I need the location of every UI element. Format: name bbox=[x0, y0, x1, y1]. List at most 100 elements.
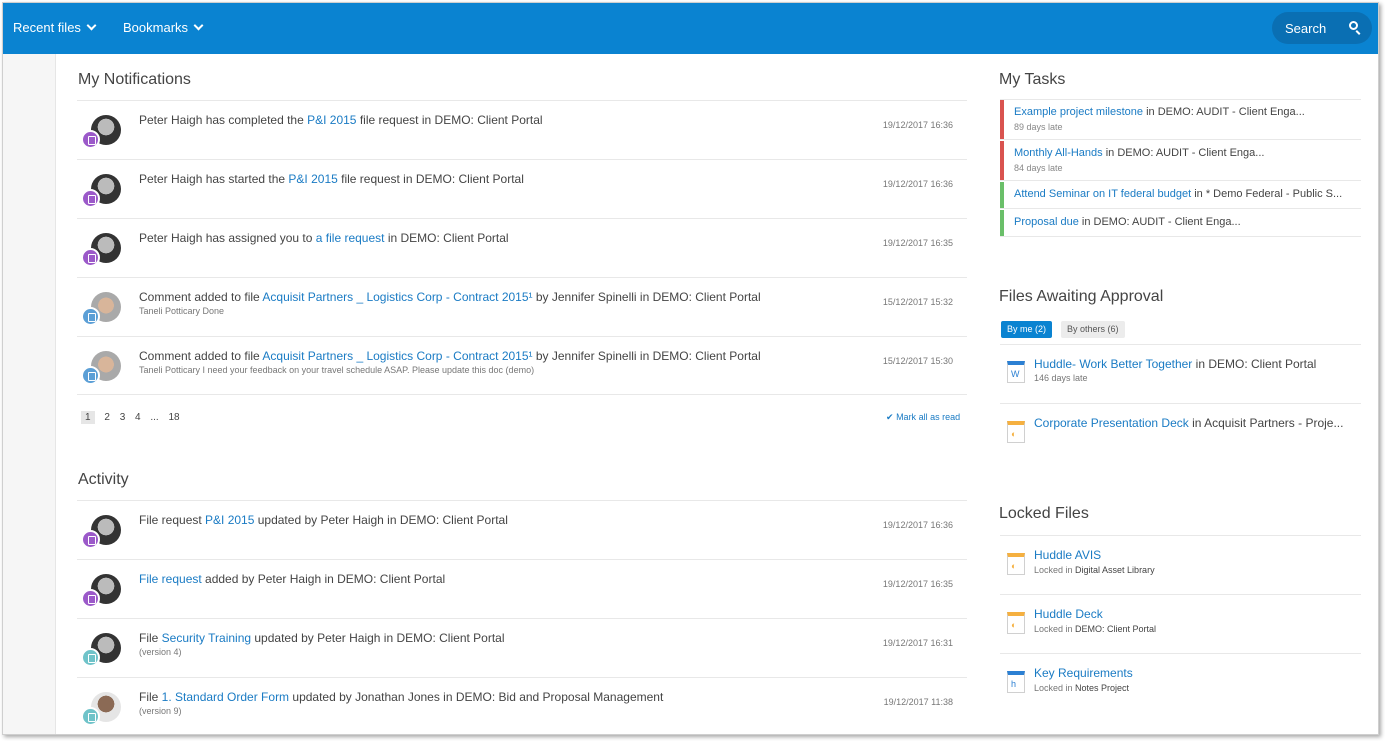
activity-version: (version 9) bbox=[139, 706, 182, 716]
approval-file-text: Huddle- Work Better Together in DEMO: Cl… bbox=[1034, 357, 1317, 371]
presentation-icon: ◐ bbox=[1007, 612, 1025, 634]
search-button[interactable]: Search bbox=[1272, 12, 1372, 44]
notification-link[interactable]: Acquisit Partners _ Logistics Corp - Con… bbox=[262, 290, 532, 304]
task-text: Attend Seminar on IT federal budget in *… bbox=[1014, 188, 1343, 200]
file-request-icon bbox=[81, 130, 100, 149]
task-text: Monthly All-Hands in DEMO: AUDIT - Clien… bbox=[1014, 147, 1265, 159]
notification-time: 19/12/2017 16:36 bbox=[882, 179, 953, 189]
tab-by-others[interactable]: By others (6) bbox=[1061, 321, 1125, 338]
notification-row[interactable]: Comment added to file Acquisit Partners … bbox=[77, 336, 967, 395]
activity-row[interactable]: File Security Training updated by Peter … bbox=[77, 618, 967, 677]
task-link[interactable]: Proposal due bbox=[1014, 216, 1079, 228]
page-link[interactable]: 1 bbox=[81, 411, 95, 424]
approval-file-text: Corporate Presentation Deck in Acquisit … bbox=[1034, 416, 1344, 430]
notification-row[interactable]: Peter Haigh has assigned you to a file r… bbox=[77, 218, 967, 277]
notification-time: 19/12/2017 16:36 bbox=[882, 120, 953, 130]
top-navigation-bar: Recent files Bookmarks Search bbox=[3, 3, 1378, 54]
task-late: 84 days late bbox=[1014, 163, 1063, 173]
activity-time: 19/12/2017 16:36 bbox=[882, 520, 953, 530]
file-version-icon bbox=[81, 648, 100, 667]
pagination: 1 2 3 4 ... 18 bbox=[81, 411, 187, 424]
activity-time: 19/12/2017 16:31 bbox=[882, 638, 953, 648]
activity-text: File Security Training updated by Peter … bbox=[139, 631, 505, 645]
notification-row[interactable]: Comment added to file Acquisit Partners … bbox=[77, 277, 967, 336]
activity-link[interactable]: Security Training bbox=[162, 631, 251, 645]
bookmarks-menu[interactable]: Bookmarks bbox=[123, 20, 204, 35]
notification-time: 15/12/2017 15:32 bbox=[882, 297, 953, 307]
task-link[interactable]: Attend Seminar on IT federal budget bbox=[1014, 188, 1191, 200]
task-item[interactable]: Attend Seminar on IT federal budget in *… bbox=[1000, 182, 1361, 209]
approval-file-item[interactable]: W Huddle- Work Better Together in DEMO: … bbox=[1000, 345, 1361, 403]
recent-files-label: Recent files bbox=[13, 20, 81, 35]
activity-time: 19/12/2017 11:38 bbox=[883, 697, 953, 707]
page-link[interactable]: 18 bbox=[169, 412, 180, 423]
file-version-icon bbox=[81, 707, 100, 726]
recent-files-menu[interactable]: Recent files bbox=[13, 20, 97, 35]
file-request-icon bbox=[81, 248, 100, 267]
activity-row[interactable]: File request added by Peter Haigh in DEM… bbox=[77, 559, 967, 618]
activity-title: Activity bbox=[78, 471, 129, 488]
activity-link[interactable]: 1. Standard Order Form bbox=[162, 690, 289, 704]
file-link[interactable]: Corporate Presentation Deck bbox=[1034, 416, 1189, 430]
approval-title: Files Awaiting Approval bbox=[999, 288, 1164, 305]
note-icon: h bbox=[1007, 671, 1025, 693]
task-late: 89 days late bbox=[1014, 122, 1063, 132]
presentation-icon: ◐ bbox=[1007, 421, 1025, 443]
notification-time: 15/12/2017 15:30 bbox=[882, 356, 953, 366]
page-link[interactable]: 3 bbox=[120, 412, 126, 423]
chevron-down-icon bbox=[86, 20, 97, 31]
notification-text: Comment added to file Acquisit Partners … bbox=[139, 290, 761, 304]
activity-row[interactable]: File request P&I 2015 updated by Peter H… bbox=[77, 500, 967, 559]
notification-text: Peter Haigh has assigned you to a file r… bbox=[139, 231, 509, 245]
comment-icon bbox=[81, 307, 100, 326]
notification-link[interactable]: Acquisit Partners _ Logistics Corp - Con… bbox=[262, 349, 532, 363]
activity-row[interactable]: File 1. Standard Order Form updated by J… bbox=[77, 677, 967, 734]
locked-file-location: Locked in Digital Asset Library bbox=[1034, 565, 1155, 575]
notification-link[interactable]: a file request bbox=[316, 231, 385, 245]
activity-time: 19/12/2017 16:35 bbox=[882, 579, 953, 589]
locked-file-item[interactable]: ◐ Huddle Deck Locked in DEMO: Client Por… bbox=[1000, 595, 1361, 653]
task-item[interactable]: Monthly All-Hands in DEMO: AUDIT - Clien… bbox=[1000, 141, 1361, 181]
notification-link[interactable]: P&I 2015 bbox=[307, 113, 356, 127]
comment-icon bbox=[81, 366, 100, 385]
mark-all-read-label: Mark all as read bbox=[896, 412, 961, 422]
locked-file-item[interactable]: h Key Requirements Locked in Notes Proje… bbox=[1000, 654, 1361, 712]
file-link[interactable]: Huddle- Work Better Together bbox=[1034, 357, 1192, 371]
approval-file-late: 146 days late bbox=[1034, 373, 1088, 383]
notification-text: Peter Haigh has started the P&I 2015 fil… bbox=[139, 172, 524, 186]
locked-file-item[interactable]: ◐ Huddle AVIS Locked in Digital Asset Li… bbox=[1000, 536, 1361, 594]
page-link[interactable]: 4 bbox=[135, 412, 141, 423]
task-link[interactable]: Monthly All-Hands bbox=[1014, 147, 1103, 159]
task-item[interactable]: Example project milestone in DEMO: AUDIT… bbox=[1000, 100, 1361, 140]
notification-text: Comment added to file Acquisit Partners … bbox=[139, 349, 761, 363]
locked-file-name[interactable]: Huddle Deck bbox=[1034, 607, 1103, 621]
on-time-indicator bbox=[1000, 210, 1004, 236]
task-text: Example project milestone in DEMO: AUDIT… bbox=[1014, 106, 1305, 118]
activity-link[interactable]: P&I 2015 bbox=[205, 513, 254, 527]
notification-link[interactable]: P&I 2015 bbox=[288, 172, 337, 186]
locked-file-location: Locked in DEMO: Client Portal bbox=[1034, 624, 1157, 634]
file-request-icon bbox=[81, 589, 100, 608]
activity-text: File request added by Peter Haigh in DEM… bbox=[139, 572, 446, 586]
task-link[interactable]: Example project milestone bbox=[1014, 106, 1143, 118]
notification-time: 19/12/2017 16:35 bbox=[882, 238, 953, 248]
mark-all-read-button[interactable]: ✔ Mark all as read bbox=[886, 412, 960, 423]
chevron-down-icon bbox=[193, 20, 204, 31]
locked-title: Locked Files bbox=[999, 505, 1089, 522]
task-item[interactable]: Proposal due in DEMO: AUDIT - Client Eng… bbox=[1000, 210, 1361, 237]
locked-file-name[interactable]: Huddle AVIS bbox=[1034, 548, 1101, 562]
notification-row[interactable]: Peter Haigh has completed the P&I 2015 f… bbox=[77, 100, 967, 159]
notification-comment: Taneli Potticary I need your feedback on… bbox=[139, 365, 535, 375]
search-label: Search bbox=[1285, 21, 1327, 36]
approval-file-item[interactable]: ◐ Corporate Presentation Deck in Acquisi… bbox=[1000, 404, 1361, 462]
page-link[interactable]: 2 bbox=[104, 412, 110, 423]
on-time-indicator bbox=[1000, 182, 1004, 208]
word-doc-icon: W bbox=[1007, 361, 1025, 383]
activity-link[interactable]: File request bbox=[139, 572, 202, 586]
locked-file-location: Locked in Notes Project bbox=[1034, 683, 1130, 693]
activity-text: File request P&I 2015 updated by Peter H… bbox=[139, 513, 508, 527]
tab-by-me[interactable]: By me (2) bbox=[1001, 321, 1053, 338]
locked-file-name[interactable]: Key Requirements bbox=[1034, 666, 1133, 680]
notifications-title: My Notifications bbox=[78, 71, 191, 88]
notification-row[interactable]: Peter Haigh has started the P&I 2015 fil… bbox=[77, 159, 967, 218]
